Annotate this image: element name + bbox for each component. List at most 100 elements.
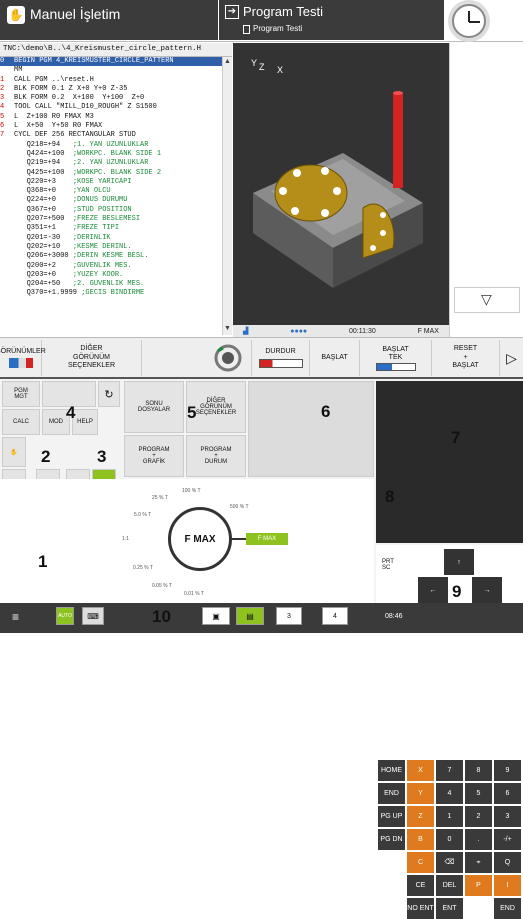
code-line[interactable]: 6 L X+50 Y+50 R0 FMAX xyxy=(0,122,222,131)
refresh-icon[interactable]: ↻ xyxy=(98,381,120,407)
key-calc[interactable]: CALC xyxy=(2,409,40,435)
editor-scrollbar[interactable]: ▲ ▼ xyxy=(222,57,232,335)
key-b[interactable]: B xyxy=(407,829,434,850)
keyboard-icon[interactable]: ⌨ xyxy=(82,607,104,625)
arrow-up-icon[interactable]: ↑ xyxy=(444,549,474,575)
key-ent[interactable]: ENT xyxy=(436,898,463,919)
key--[interactable]: ⌫ xyxy=(436,852,463,873)
key-ce[interactable]: CE xyxy=(407,875,434,896)
key-pg-dn[interactable]: PG DN xyxy=(378,829,405,850)
code-line[interactable]: Q370=+1.9999 ;GECIS BINDIRME xyxy=(0,289,222,298)
scroll-down-icon[interactable]: ▼ xyxy=(224,325,231,332)
key-y[interactable]: Y xyxy=(407,783,434,804)
hand-mode-icon[interactable]: ✋ xyxy=(2,437,26,467)
key-pgm-mgt[interactable]: PGM MGT xyxy=(2,381,40,407)
key-prt-sc[interactable]: PRT SC xyxy=(382,559,394,571)
code-line[interactable]: Q203=+0 ;YUZEY KOOR. xyxy=(0,271,222,280)
key--[interactable]: ⌖ xyxy=(465,852,492,873)
key-5[interactable]: 5 xyxy=(465,783,492,804)
key-end[interactable]: END xyxy=(378,783,405,804)
arrow-left-icon[interactable]: ← xyxy=(418,577,448,603)
key-program-graphic[interactable]: PROGRAM + GRAFİK xyxy=(124,435,184,477)
softkey-other-views[interactable]: DİĞER GÖRÜNÜM SEÇENEKLER xyxy=(42,340,142,376)
key-help[interactable]: HELP xyxy=(72,409,98,435)
axis-z-label: Z xyxy=(259,62,265,72)
code-line[interactable]: Q367=+0 ;STUD POSITION xyxy=(0,206,222,215)
code-line[interactable]: 5 L Z+100 R0 FMAX M3 xyxy=(0,113,222,122)
code-line[interactable]: Q218=+94 ;1. YAN UZUNLUKLAR xyxy=(0,141,222,150)
key-end[interactable]: END xyxy=(494,898,521,919)
code-comment: ;WORKPC. BLANK SIDE 1 xyxy=(72,149,162,158)
code-line[interactable]: Q220=+3 ;KOSE YARICAPI xyxy=(0,178,222,187)
code-line[interactable]: Q424=+100 ;WORKPC. BLANK SIDE 1 xyxy=(0,150,222,159)
arrow-right-icon[interactable]: → xyxy=(472,577,502,603)
key-x[interactable]: X xyxy=(407,760,434,781)
code-line[interactable]: Q200=+2 ;GUVENLIK MES. xyxy=(0,262,222,271)
speed-dial-icon[interactable] xyxy=(204,340,252,376)
code-line[interactable]: Q425=+100 ;WORKPC. BLANK SIDE 2 xyxy=(0,169,222,178)
softkey-start-single[interactable]: BAŞLAT TEK xyxy=(360,340,432,376)
key-q[interactable]: Q xyxy=(494,852,521,873)
code-line[interactable]: Q204=+50 ;2. GUVENLIK MES. xyxy=(0,280,222,289)
key-i[interactable]: I xyxy=(494,875,521,896)
desktop-4-button[interactable]: 4 xyxy=(322,607,348,625)
desktop-3-button[interactable]: 3 xyxy=(276,607,302,625)
code-line[interactable]: Q202=+10 ;KESME DERINL. xyxy=(0,243,222,252)
code-line[interactable]: Q219=+94 ;2. YAN UZUNLUKLAR xyxy=(0,159,222,168)
softkey-stop[interactable]: DURDUR xyxy=(252,340,310,376)
code-line[interactable]: 3 BLK FORM 0.2 X+100 Y+100 Z+0 xyxy=(0,94,222,103)
mode-program-test[interactable]: ➔ Program Testi Program Testi xyxy=(219,0,444,40)
softkey-start[interactable]: BAŞLAT xyxy=(310,340,360,376)
mode-program-test-sublabel: Program Testi xyxy=(253,24,303,33)
auto-button[interactable]: AUTO xyxy=(56,607,74,625)
menu-icon[interactable]: ≡ xyxy=(12,610,19,624)
key-del[interactable]: DEL xyxy=(436,875,463,896)
key-last-files[interactable]: SONU DOSYALAR xyxy=(124,381,184,433)
code-line[interactable]: 4 TOOL CALL "MILL_D10_ROUGH" Z S1500 xyxy=(0,103,222,112)
key-program-status[interactable]: PROGRAM + DURUM xyxy=(186,435,246,477)
code-line[interactable]: Q224=+0 ;DONUS DURUMU xyxy=(0,196,222,205)
key-no-ent[interactable]: NO ENT xyxy=(407,898,434,919)
key--[interactable]: -/+ xyxy=(494,829,521,850)
scroll-up-icon[interactable]: ▲ xyxy=(224,58,231,65)
softkey-reset-start[interactable]: RESET + BAŞLAT xyxy=(432,340,500,376)
softkey-empty[interactable] xyxy=(142,340,204,376)
down-arrow-button[interactable]: ▽ xyxy=(454,287,520,313)
simulation-view[interactable]: Y Z X xyxy=(233,43,449,325)
key--[interactable]: . xyxy=(465,829,492,850)
code-line[interactable]: Q207=+500 ;FREZE BESLEMESI xyxy=(0,215,222,224)
code-line[interactable]: Q351=+1 ;FREZE TIPI xyxy=(0,224,222,233)
code-line[interactable]: Q206=+3000 ;DERIN KESME BESL. xyxy=(0,252,222,261)
axis-y-label: Y xyxy=(251,58,258,68)
code-line[interactable]: Q368=+0 ;YAN OLCU xyxy=(0,187,222,196)
key-3[interactable]: 3 xyxy=(494,806,521,827)
override-dial[interactable]: F MAX xyxy=(168,507,232,571)
key-8[interactable]: 8 xyxy=(465,760,492,781)
mode-manual-operation[interactable]: ✋ Manuel İşletim xyxy=(0,0,218,40)
key-1[interactable]: 1 xyxy=(436,806,463,827)
desktop-2-icon[interactable]: ▤ xyxy=(236,607,264,625)
code-line[interactable]: 0 BEGIN PGM 4_KREISMUSTER_CIRCLE_PATTERN xyxy=(0,57,222,67)
key-home[interactable]: HOME xyxy=(378,760,405,781)
code-line[interactable]: 7 CYCL DEF 256 RECTANGULAR STUD xyxy=(0,131,222,140)
key-c[interactable]: C xyxy=(407,852,434,873)
code-line[interactable]: 1 CALL PGM ..\reset.H xyxy=(0,76,222,85)
key-6[interactable]: 6 xyxy=(494,783,521,804)
softkey-views[interactable]: GÖRÜNÜMLER xyxy=(0,340,46,376)
program-editor[interactable]: 0 BEGIN PGM 4_KREISMUSTER_CIRCLE_PATTERN M… xyxy=(0,57,222,335)
key-z[interactable]: Z xyxy=(407,806,434,827)
clock-icon[interactable] xyxy=(452,4,486,38)
key-0[interactable]: 0 xyxy=(436,829,463,850)
key-7[interactable]: 7 xyxy=(436,760,463,781)
code-line[interactable]: Q201=-30 ;DERINLIK xyxy=(0,234,222,243)
code-line[interactable]: 2 BLK FORM 0.1 Z X+0 Y+0 Z-35 xyxy=(0,85,222,94)
desktop-1-icon[interactable]: ▣ xyxy=(202,607,230,625)
code-line[interactable]: MM xyxy=(0,66,222,75)
key-4[interactable]: 4 xyxy=(436,783,463,804)
key-2[interactable]: 2 xyxy=(465,806,492,827)
key-9[interactable]: 9 xyxy=(494,760,521,781)
key-pg-up[interactable]: PG UP xyxy=(378,806,405,827)
softkey-next-icon[interactable]: ▷ xyxy=(500,340,523,376)
key-p[interactable]: P xyxy=(465,875,492,896)
code-text: L X+50 Y+50 R0 FMAX xyxy=(14,122,103,131)
